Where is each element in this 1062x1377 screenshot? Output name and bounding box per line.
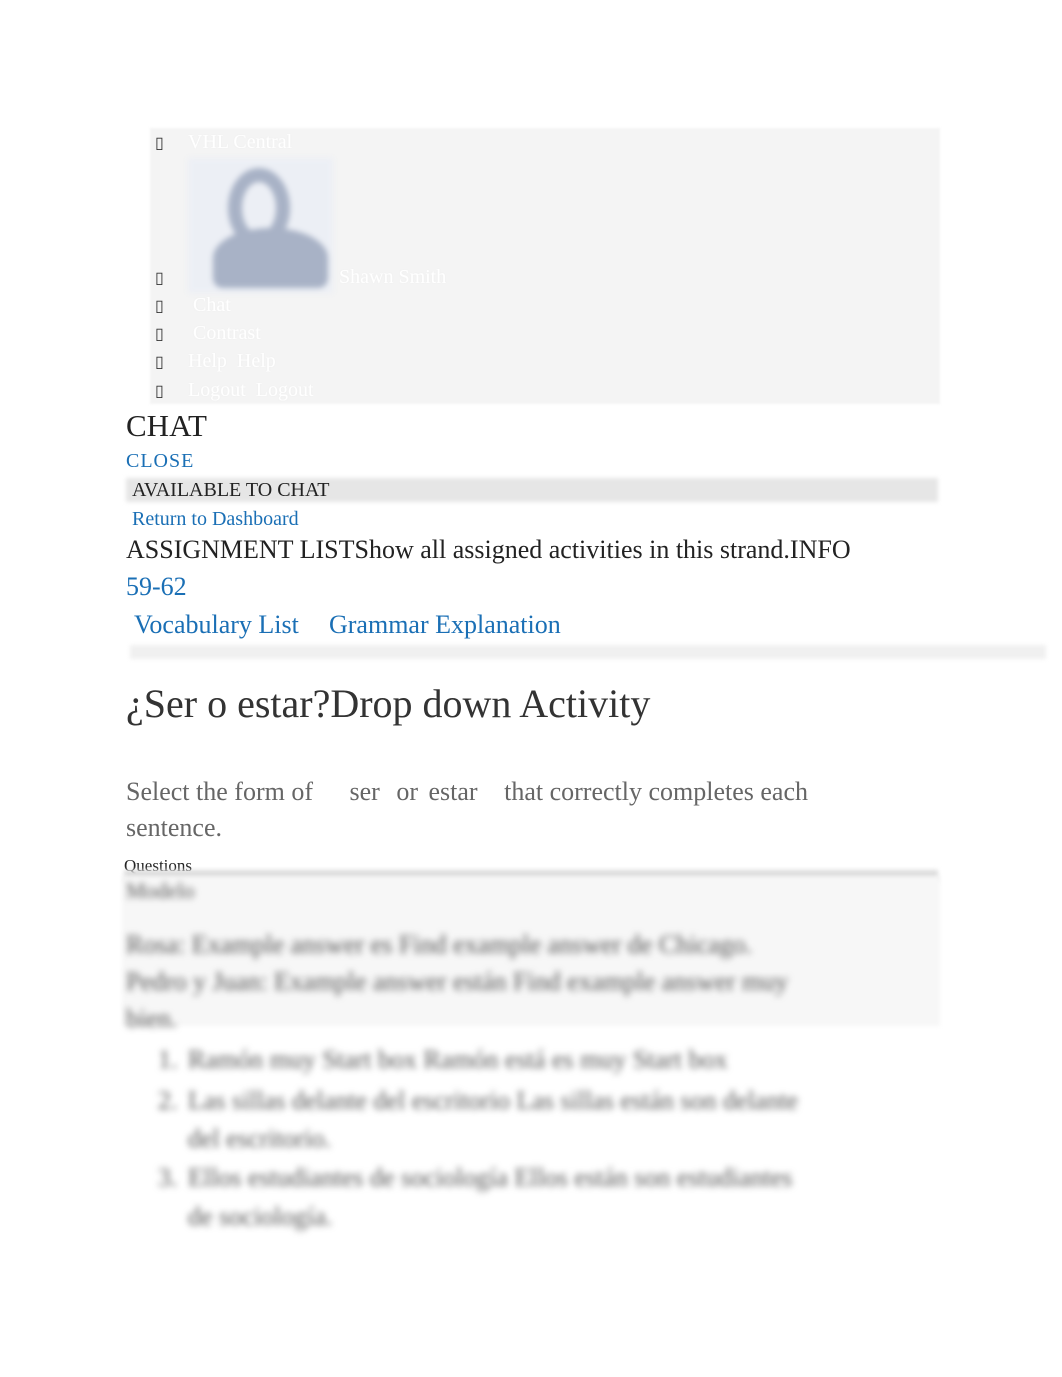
help-label: Help	[188, 350, 227, 372]
question-item-cont: del escritorio.	[188, 1124, 331, 1153]
bullet-icon: ▯	[155, 354, 164, 371]
question-item-cont: de sociología.	[188, 1202, 333, 1231]
nav-contrast[interactable]: Contrast	[193, 322, 261, 345]
bullet-icon: ▯	[155, 270, 164, 287]
nav-help[interactable]: Help Help	[188, 350, 276, 373]
item-number: 2.	[158, 1086, 178, 1115]
instr-text: Select the form of	[126, 777, 313, 806]
instructions-cont: sentence.	[126, 813, 223, 842]
question-item[interactable]: Ellos estudiantes de sociología Ellos es…	[188, 1163, 792, 1193]
logout-label: Logout	[255, 379, 314, 401]
question-item[interactable]: Ramón muy Start box Ramón está es muy St…	[188, 1045, 727, 1075]
nav-chat[interactable]: Chat	[193, 294, 231, 317]
help-label: Help	[236, 350, 276, 372]
user-name[interactable]: Shawn Smith	[339, 266, 446, 289]
bullet-icon: ▯	[155, 298, 164, 315]
bullet-icon: ▯	[155, 326, 164, 343]
vocabulary-list-link[interactable]: Vocabulary List	[134, 610, 299, 640]
bullet-icon: ▯	[155, 135, 164, 152]
instr-or: or	[396, 777, 418, 806]
available-to-chat: AVAILABLE TO CHAT	[132, 479, 330, 501]
return-dashboard-link[interactable]: Return to Dashboard	[132, 508, 299, 531]
bullet-icon: ▯	[155, 383, 164, 400]
model-line: bien.	[126, 1004, 178, 1033]
instr-text: that correctly completes each	[504, 777, 808, 806]
assignment-list: ASSIGNMENT LISTShow all assigned activit…	[126, 535, 851, 564]
item-number: 1.	[158, 1045, 178, 1074]
question-item[interactable]: Las sillas delante del escritorio Las si…	[188, 1086, 798, 1116]
logout-label: Logout	[188, 379, 246, 401]
avatar	[188, 158, 333, 293]
nav-logout[interactable]: Logout Logout	[188, 379, 314, 402]
brand-link[interactable]: VHL Central	[188, 131, 292, 154]
divider	[130, 645, 1046, 659]
pages-link[interactable]: 59-62	[126, 572, 187, 602]
model-line: Pedro y Juan: Example answer están Find …	[126, 967, 789, 996]
close-button[interactable]: CLOSE	[126, 450, 194, 473]
model-line: Rosa: Example answer es Find example ans…	[126, 930, 752, 959]
instructions: Select the form of ser or estar that cor…	[126, 777, 808, 807]
instr-ser: ser	[349, 777, 380, 806]
instr-estar: estar	[428, 777, 478, 806]
model-label: Modelo	[126, 878, 195, 903]
item-number: 3.	[158, 1163, 178, 1192]
chat-title: CHAT	[126, 408, 207, 443]
page: ▯ VHL Central ▯ Shawn Smith ▯ Chat ▯ Con…	[0, 0, 1062, 1377]
grammar-explanation-link[interactable]: Grammar Explanation	[329, 610, 561, 640]
activity-title: ¿Ser o estar?Drop down Activity	[126, 681, 651, 726]
